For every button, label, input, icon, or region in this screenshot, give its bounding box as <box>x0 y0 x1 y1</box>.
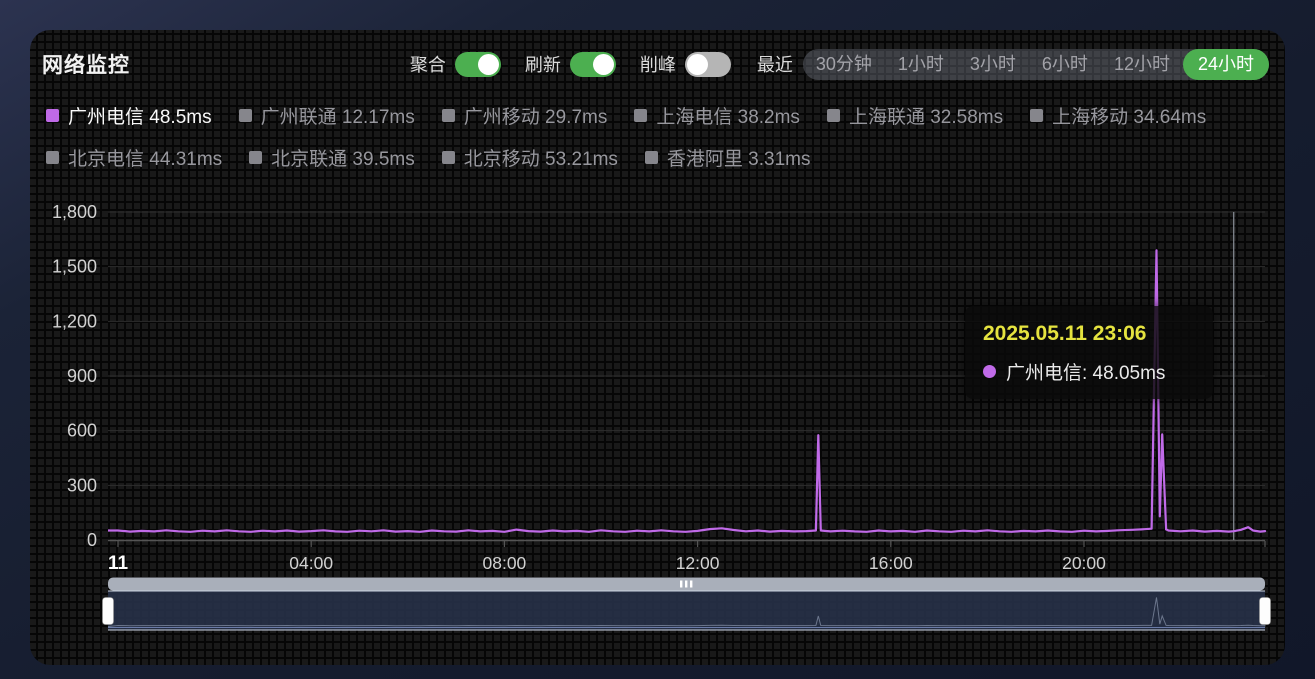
range-button-3小时[interactable]: 3小时 <box>957 49 1029 80</box>
legend-item-广州移动[interactable]: 广州移动 29.7ms <box>442 102 608 129</box>
legend-label: 香港阿里 3.31ms <box>667 144 811 171</box>
legend-marker-icon <box>442 151 455 164</box>
legend-item-北京移动[interactable]: 北京移动 53.21ms <box>442 144 618 171</box>
x-axis-tick-label: 16:00 <box>869 553 913 573</box>
x-axis-tick-label: 11 <box>108 553 129 574</box>
toggle-刷新: 刷新 <box>525 51 616 77</box>
legend-marker-icon <box>46 109 59 122</box>
scrollbar-grip-icon <box>685 581 687 588</box>
legend-label: 广州电信 48.5ms <box>68 102 212 129</box>
legend-marker-icon <box>442 109 455 122</box>
y-axis-tick-label: 600 <box>67 421 97 441</box>
legend-label: 广州移动 29.7ms <box>464 102 608 129</box>
datazoom-window[interactable] <box>108 591 1265 630</box>
y-axis-tick-label: 1,200 <box>52 311 97 331</box>
legend-label: 广州联通 12.17ms <box>261 102 415 129</box>
legend-item-上海联通[interactable]: 上海联通 32.58ms <box>827 102 1003 129</box>
legend-item-上海移动[interactable]: 上海移动 34.64ms <box>1030 102 1206 129</box>
y-axis-tick-label: 300 <box>67 475 97 495</box>
switch-knob <box>478 54 499 75</box>
toggle-switch-off[interactable] <box>685 52 731 77</box>
range-button-24小时[interactable]: 24小时 <box>1183 49 1269 80</box>
legend-marker-icon <box>634 109 647 122</box>
datazoom-handle-left[interactable] <box>103 598 114 625</box>
range-button-12小时[interactable]: 12小时 <box>1101 49 1183 80</box>
range-button-30分钟[interactable]: 30分钟 <box>803 49 885 80</box>
datazoom-scrollbar[interactable] <box>108 578 1265 591</box>
legend-item-广州联通[interactable]: 广州联通 12.17ms <box>239 102 415 129</box>
legend-marker-icon <box>249 151 262 164</box>
tooltip-series-row: 广州电信: 48.05ms <box>983 358 1195 385</box>
y-axis-tick-label: 900 <box>67 366 97 386</box>
tooltip-date: 2025.05.11 23:06 <box>983 322 1195 346</box>
legend-marker-icon <box>827 109 840 122</box>
range-button-group: 30分钟1小时3小时6小时12小时24小时 <box>803 49 1269 80</box>
toggle-削峰: 削峰 <box>640 51 731 77</box>
legend-label: 上海移动 34.64ms <box>1052 102 1206 129</box>
time-range-selector: 最近 30分钟1小时3小时6小时12小时24小时 <box>757 49 1269 80</box>
x-axis-tick-label: 12:00 <box>676 553 720 573</box>
switch-knob <box>593 54 614 75</box>
range-button-6小时[interactable]: 6小时 <box>1029 49 1101 80</box>
page-title: 网络监控 <box>42 49 130 79</box>
legend-label: 北京联通 39.5ms <box>271 144 415 171</box>
legend-label: 上海联通 32.58ms <box>849 102 1003 129</box>
legend-label: 北京移动 53.21ms <box>464 144 618 171</box>
y-axis-tick-label: 1,800 <box>52 202 97 222</box>
legend-marker-icon <box>1030 109 1043 122</box>
scrollbar-grip-icon <box>690 581 692 588</box>
legend-item-广州电信[interactable]: 广州电信 48.5ms <box>46 102 212 129</box>
network-monitor-panel: 网络监控 聚合 刷新 削峰 最近 30分钟1小时3小时6小时12小时24小时 广州电… <box>30 30 1285 665</box>
range-label: 最近 <box>757 51 793 77</box>
legend-marker-icon <box>239 109 252 122</box>
toggle-switch-on[interactable] <box>455 52 501 77</box>
y-axis-tick-label: 1,500 <box>52 257 97 277</box>
tooltip-value: 广州电信: 48.05ms <box>1006 358 1165 385</box>
toggle-label: 聚合 <box>410 51 446 77</box>
series-line-guangzhou-telecom <box>108 250 1265 532</box>
toggle-label: 削峰 <box>640 51 676 77</box>
toggle-聚合: 聚合 <box>410 51 501 77</box>
chart-tooltip: 2025.05.11 23:06 广州电信: 48.05ms <box>965 306 1213 399</box>
legend-marker-icon <box>645 151 658 164</box>
legend-marker-icon <box>46 151 59 164</box>
chart-legend: 广州电信 48.5ms 广州联通 12.17ms 广州移动 29.7ms 上海电信 3… <box>46 102 1261 171</box>
header-controls: 聚合 刷新 削峰 最近 30分钟1小时3小时6小时12小时24小时 <box>410 49 1269 80</box>
series-dot-icon <box>983 365 996 378</box>
datazoom-data-shadow <box>108 597 1265 626</box>
legend-label: 北京电信 44.31ms <box>68 144 222 171</box>
x-axis-tick-label: 20:00 <box>1062 553 1106 573</box>
toggle-label: 刷新 <box>525 51 561 77</box>
legend-item-北京联通[interactable]: 北京联通 39.5ms <box>249 144 415 171</box>
x-axis-tick-label: 04:00 <box>289 553 333 573</box>
legend-item-上海电信[interactable]: 上海电信 38.2ms <box>634 102 800 129</box>
legend-item-香港阿里[interactable]: 香港阿里 3.31ms <box>645 144 811 171</box>
legend-label: 上海电信 38.2ms <box>656 102 800 129</box>
header: 网络监控 聚合 刷新 削峰 最近 30分钟1小时3小时6小时12小时24小时 <box>30 44 1285 84</box>
scrollbar-grip-icon <box>680 581 682 588</box>
switch-knob <box>687 54 708 75</box>
toggle-switch-on[interactable] <box>570 52 616 77</box>
legend-item-北京电信[interactable]: 北京电信 44.31ms <box>46 144 222 171</box>
toggle-switches: 聚合 刷新 削峰 <box>410 51 731 77</box>
y-axis-tick-label: 0 <box>87 530 97 550</box>
datazoom-handle-right[interactable] <box>1260 598 1271 625</box>
x-axis-tick-label: 08:00 <box>483 553 527 573</box>
range-button-1小时[interactable]: 1小时 <box>885 49 957 80</box>
